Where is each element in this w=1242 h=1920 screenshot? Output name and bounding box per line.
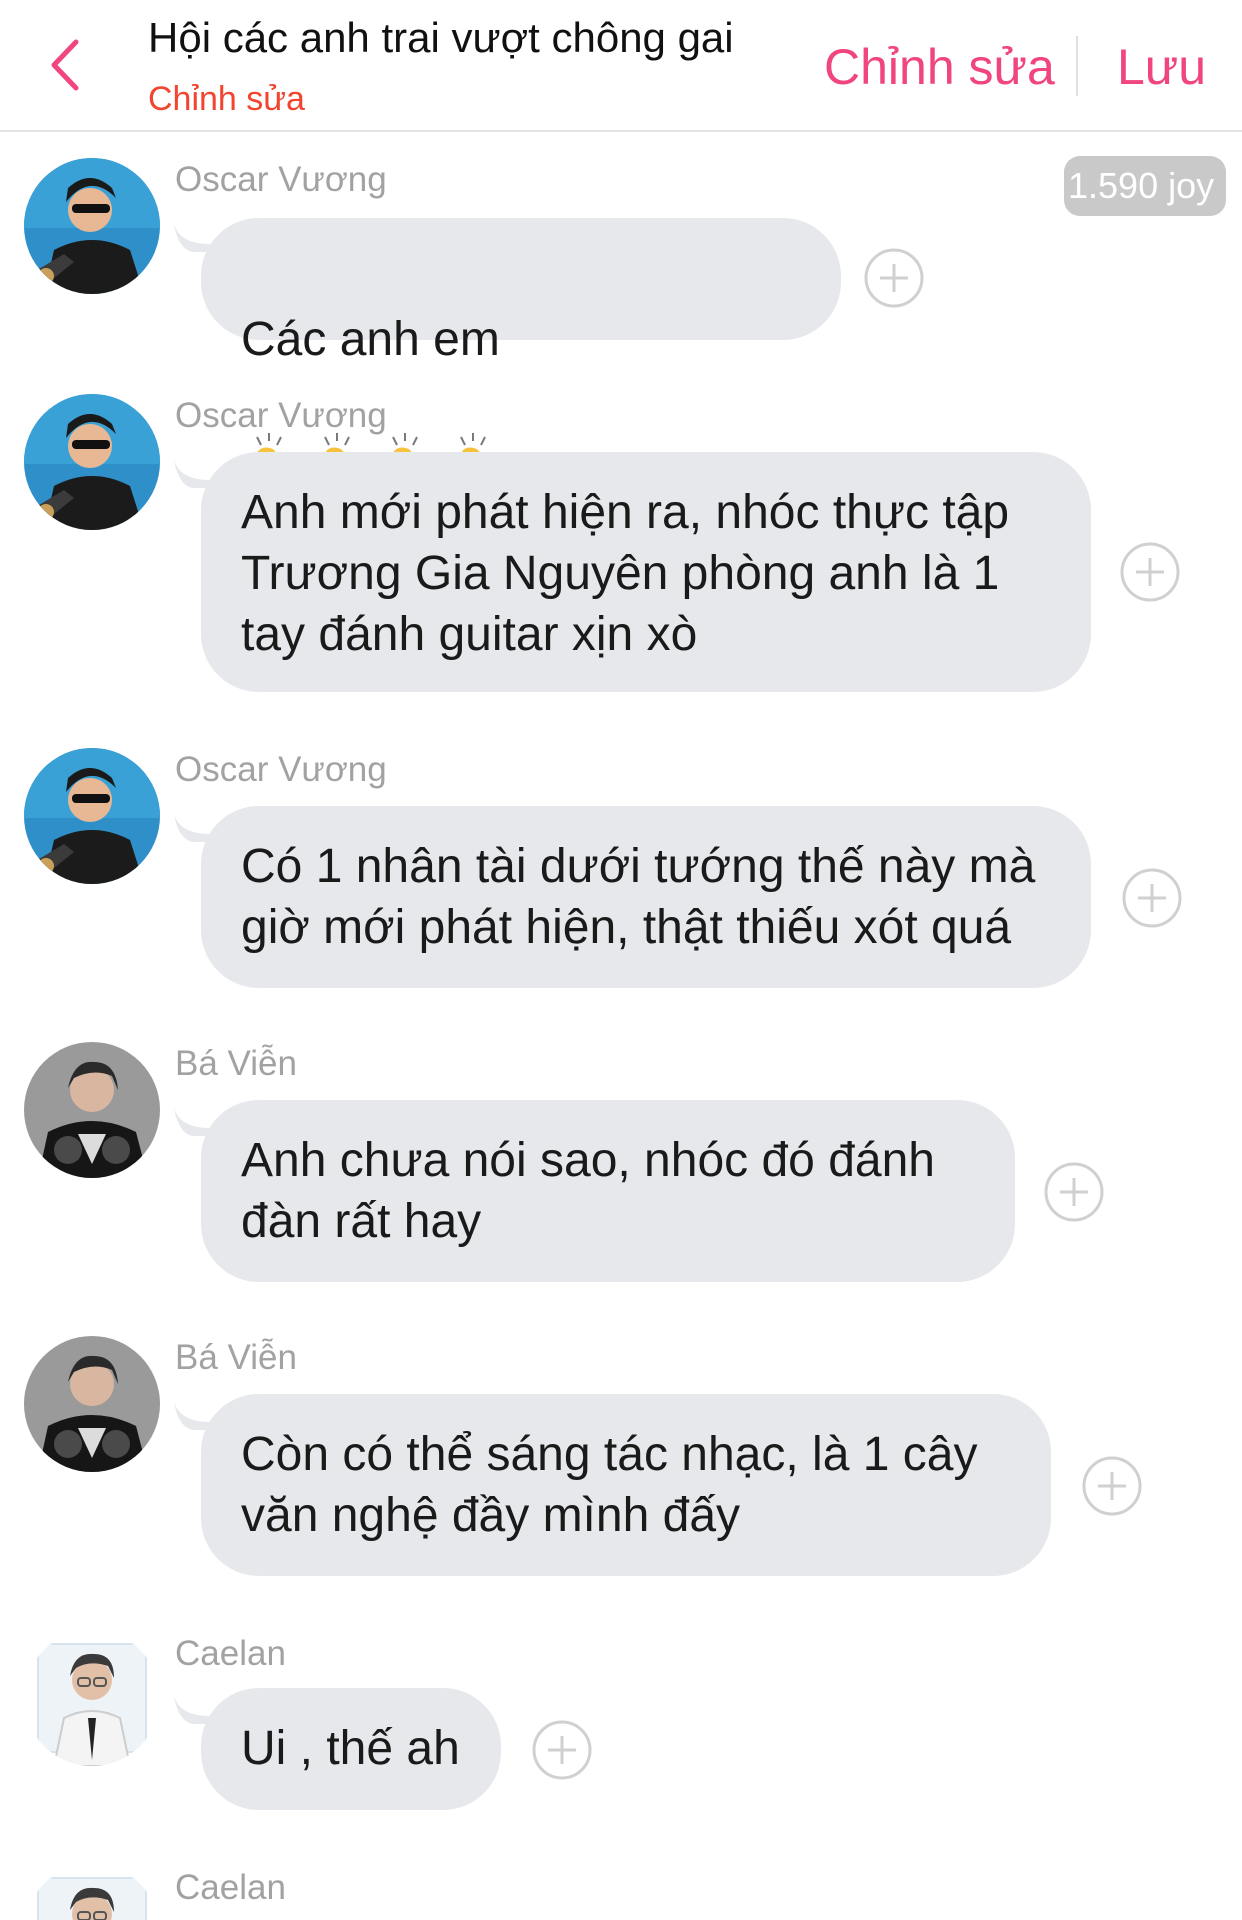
message-bubble[interactable]: Anh mới phát hiện ra, nhóc thực tập Trươ… [201, 452, 1091, 692]
avatar[interactable] [24, 748, 160, 884]
joy-count-badge: 1.590 joy [1064, 156, 1226, 216]
avatar-oscar-image [24, 394, 160, 530]
plus-circle-icon[interactable] [864, 248, 924, 308]
avatar-caelan-image [24, 1864, 160, 1920]
plus-circle-icon[interactable] [1120, 542, 1180, 602]
sender-name: Bá Viễn [175, 1044, 297, 1083]
back-button[interactable] [40, 30, 90, 100]
plus-circle-icon[interactable] [532, 1720, 592, 1780]
avatar[interactable] [24, 1042, 160, 1178]
edit-button[interactable]: Chỉnh sửa [824, 38, 1055, 96]
sender-name: Caelan [175, 1634, 286, 1673]
header-divider [1076, 36, 1078, 96]
message-bubble[interactable]: Các anh em [201, 218, 841, 487]
plus-circle-icon[interactable] [1082, 1456, 1142, 1516]
avatar[interactable] [24, 394, 160, 530]
message-bubble[interactable]: Ui , thế ah [201, 1688, 501, 1810]
avatar[interactable] [24, 1336, 160, 1472]
message-bubble[interactable]: Còn có thể sáng tác nhạc, là 1 cây văn n… [201, 1394, 1051, 1576]
avatar-oscar-image [24, 158, 160, 294]
message-text: Các anh em [241, 313, 500, 366]
message-bubble[interactable]: Anh chưa nói sao, nhóc đó đánh đàn rất h… [201, 1100, 1015, 1282]
avatar[interactable] [24, 158, 160, 294]
sender-name: Caelan [175, 1868, 286, 1907]
avatar-ba-vien-image [24, 1042, 160, 1178]
plus-circle-icon[interactable] [1122, 868, 1182, 928]
chat-header: Hội các anh trai vượt chông gai Chỉnh sử… [0, 0, 1242, 132]
avatar-caelan-image [24, 1630, 160, 1766]
avatar-ba-vien-image [24, 1336, 160, 1472]
sender-name: Oscar Vương [175, 160, 387, 199]
chat-title: Hội các anh trai vượt chông gai [148, 14, 734, 61]
chevron-left-icon [51, 39, 79, 91]
message-bubble[interactable]: Có 1 nhân tài dưới tướng thế này mà giờ … [201, 806, 1091, 988]
chat-subtitle[interactable]: Chỉnh sửa [148, 80, 305, 119]
avatar-oscar-image [24, 748, 160, 884]
sender-name: Oscar Vương [175, 750, 387, 789]
avatar[interactable] [24, 1864, 160, 1920]
sender-name: Oscar Vương [175, 396, 387, 435]
sender-name: Bá Viễn [175, 1338, 297, 1377]
avatar[interactable] [24, 1630, 160, 1766]
plus-circle-icon[interactable] [1044, 1162, 1104, 1222]
save-button[interactable]: Lưu [1117, 38, 1206, 96]
chat-screen: Hội các anh trai vượt chông gai Chỉnh sử… [0, 0, 1242, 1920]
bubble-tail [174, 224, 210, 252]
